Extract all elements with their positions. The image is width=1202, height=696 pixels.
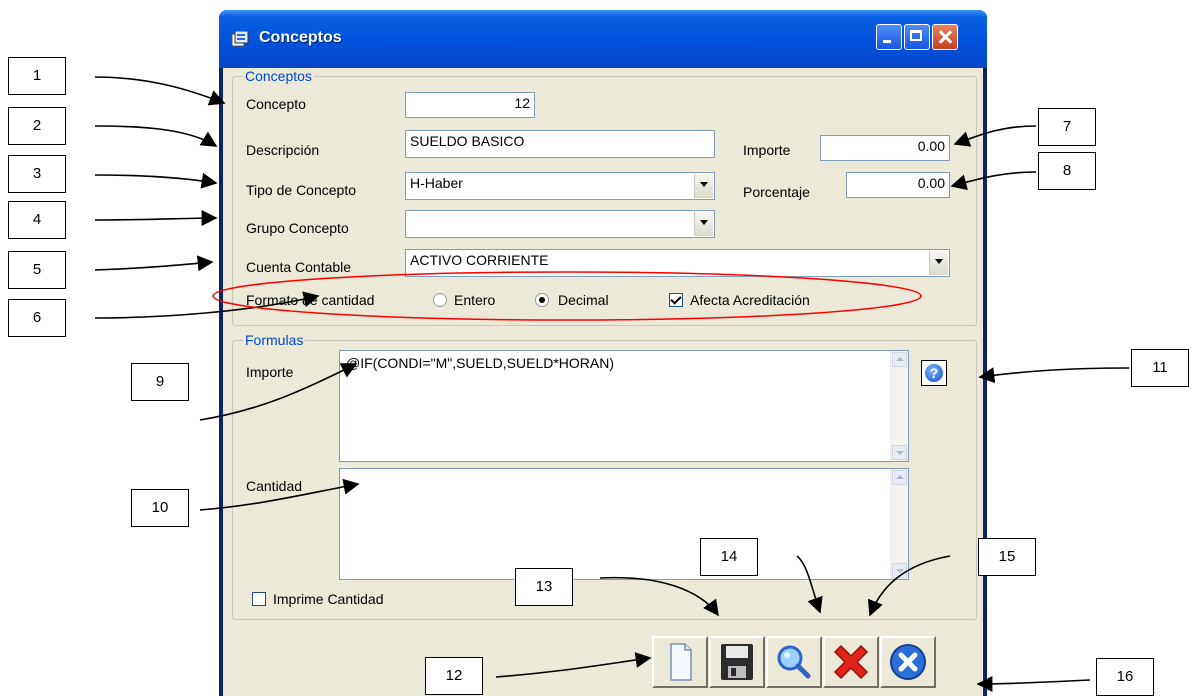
callout-2: 2 [8, 107, 66, 145]
callout-15: 15 [978, 538, 1036, 576]
callout-5: 5 [8, 251, 66, 289]
highlight-ellipse [212, 271, 922, 321]
callout-1: 1 [8, 57, 66, 95]
callout-11: 11 [1131, 349, 1189, 387]
callout-4: 4 [8, 201, 66, 239]
callout-3: 3 [8, 155, 66, 193]
callout-8: 8 [1038, 152, 1096, 190]
callout-7: 7 [1038, 108, 1096, 146]
callout-14: 14 [700, 538, 758, 576]
callout-9: 9 [131, 363, 189, 401]
annotation-arrows [94, 76, 1130, 692]
callout-12: 12 [425, 657, 483, 695]
callout-13: 13 [515, 568, 573, 606]
callout-6: 6 [8, 299, 66, 337]
callout-10: 10 [131, 489, 189, 527]
callout-16: 16 [1096, 658, 1154, 696]
